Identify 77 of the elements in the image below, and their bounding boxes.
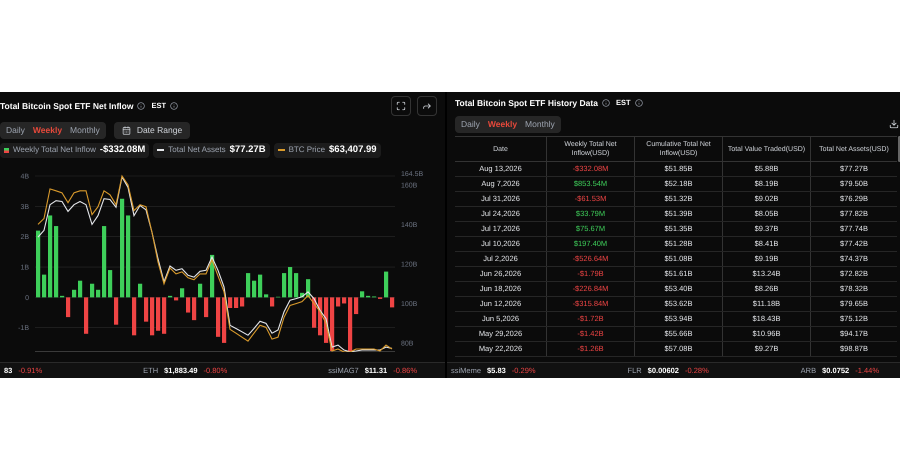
inflow-bar <box>270 297 274 306</box>
inflow-bar <box>354 297 358 314</box>
inflow-bar <box>138 284 142 298</box>
inflow-bar <box>210 254 214 298</box>
inflow-bar <box>216 297 220 337</box>
inflow-bar <box>42 274 46 298</box>
inflow-bar <box>318 297 322 336</box>
inflow-bar <box>186 297 190 313</box>
inflow-bar <box>330 297 334 352</box>
period-tab[interactable]: Daily <box>6 126 25 134</box>
inflow-bar <box>108 270 112 298</box>
inflow-bar <box>264 294 268 298</box>
inflow-bar <box>384 272 388 298</box>
inflow-bar <box>288 267 292 298</box>
inflow-bar <box>36 230 40 298</box>
legend-label: BTC Price <box>288 144 326 156</box>
inflow-bar <box>240 297 244 306</box>
period-tab[interactable]: Monthly <box>525 120 555 128</box>
inflow-bar <box>66 297 70 318</box>
inflow-bar <box>360 291 364 298</box>
date-range-button[interactable]: Date Range <box>114 122 190 138</box>
inflow-bar <box>312 297 316 328</box>
fullscreen-button[interactable] <box>391 96 411 116</box>
inflow-bar <box>54 226 58 298</box>
inflow-bar <box>84 297 88 334</box>
legend-label: Weekly Total Net Inflow <box>13 144 96 156</box>
info-icon[interactable] <box>602 99 610 107</box>
inflow-bar <box>102 226 106 298</box>
period-tab[interactable]: Daily <box>461 120 480 128</box>
calendar-icon <box>122 126 131 134</box>
inflow-bar <box>294 273 298 298</box>
inflow-bar <box>390 297 394 308</box>
inflow-bar <box>252 280 256 298</box>
info-icon[interactable] <box>634 99 643 107</box>
info-icon[interactable] <box>170 102 178 110</box>
inflow-bar <box>114 297 118 325</box>
inflow-bar <box>174 297 178 300</box>
inflow-bar <box>198 284 202 298</box>
share-button[interactable] <box>417 96 437 116</box>
inflow-bar <box>156 297 160 331</box>
inflow-bar <box>258 274 262 298</box>
inflow-bar <box>162 297 166 334</box>
inflow-bar <box>282 273 286 298</box>
inflow-bar <box>90 284 94 298</box>
info-icon[interactable] <box>137 102 146 110</box>
inflow-bar <box>204 297 208 318</box>
inflow-bar <box>246 273 250 298</box>
inflow-bar <box>96 290 100 298</box>
inflow-bar <box>78 280 82 298</box>
panel-title: Total Bitcoin Spot ETF History Data <box>455 96 598 110</box>
panel-title: Total Bitcoin Spot ETF Net Inflow <box>0 100 134 112</box>
legend-value: $63,407.99 <box>329 142 377 157</box>
period-tab[interactable]: Monthly <box>70 126 100 134</box>
period-tab[interactable]: Weekly <box>488 120 518 128</box>
inflow-bar <box>72 290 76 298</box>
legend-value: $77.27B <box>230 142 266 157</box>
inflow-bar <box>336 297 340 306</box>
period-tab[interactable]: Weekly <box>32 126 62 134</box>
inflow-bar <box>144 297 148 322</box>
download-icon[interactable] <box>889 119 899 129</box>
inflow-bar <box>348 297 352 352</box>
inflow-bar <box>222 297 226 343</box>
inflow-bar <box>150 297 154 336</box>
inflow-bar <box>342 297 346 304</box>
inflow-bar <box>306 279 310 298</box>
inflow-bar <box>132 297 136 336</box>
inflow-bar <box>234 297 238 308</box>
inflow-bar <box>300 292 304 298</box>
inflow-bar <box>324 297 328 343</box>
legend-value: -$332.08M <box>100 142 146 157</box>
share-icon <box>422 101 432 111</box>
inflow-bar <box>228 297 232 308</box>
legend-label: Total Net Assets <box>168 144 226 156</box>
expand-icon <box>396 101 406 111</box>
inflow-bar <box>180 288 184 298</box>
inflow-bar <box>192 297 196 320</box>
bar-legend-icon <box>4 148 9 152</box>
